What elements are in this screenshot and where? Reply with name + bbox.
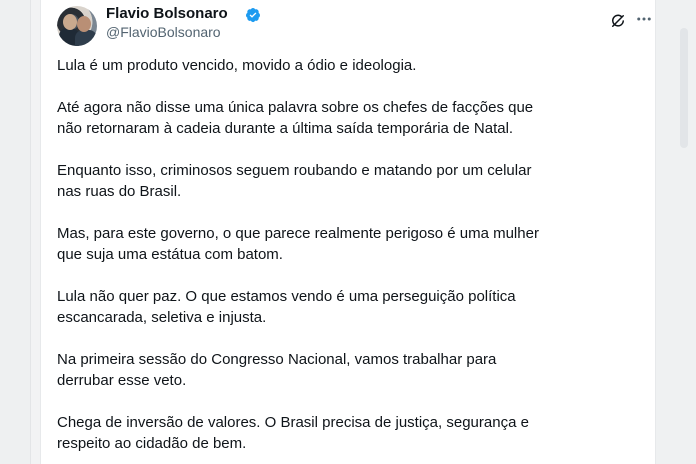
avatar[interactable] <box>57 6 97 46</box>
scrollbar[interactable] <box>680 28 688 148</box>
post-paragraph-3: Enquanto isso, criminosos seguem rouband… <box>57 162 532 200</box>
left-background <box>0 0 31 464</box>
screenshot-frame: Flavio Bolsonaro @FlavioBolsonaro Lula é… <box>0 0 696 464</box>
post-paragraph-6: Na primeira sessão do Congresso Nacional… <box>57 351 497 389</box>
post-paragraph-7: Chega de inversão de valores. O Brasil p… <box>57 414 529 452</box>
verified-badge-icon <box>246 8 260 23</box>
more-options-icon[interactable] <box>635 10 653 28</box>
post-paragraph-1: Lula é um produto vencido, movido a ódio… <box>57 57 417 74</box>
post-text: Lula é um produto vencido, movido a ódio… <box>57 55 641 464</box>
avatar-face-right <box>77 16 91 32</box>
grok-icon[interactable] <box>609 12 627 30</box>
post-paragraph-4: Mas, para este governo, o que parece rea… <box>57 225 539 263</box>
post-header: Flavio Bolsonaro @FlavioBolsonaro <box>57 4 651 46</box>
post-paragraph-2: Até agora não disse uma única palavra so… <box>57 99 534 137</box>
author-handle[interactable]: @FlavioBolsonaro <box>106 24 221 40</box>
avatar-figure-right <box>75 30 97 46</box>
post-paragraph-5: Lula não quer paz. O que estamos vendo é… <box>57 288 516 326</box>
right-background <box>656 0 696 464</box>
author-name[interactable]: Flavio Bolsonaro <box>106 5 228 22</box>
post-card: Flavio Bolsonaro @FlavioBolsonaro Lula é… <box>40 0 656 464</box>
avatar-face-left <box>63 14 77 30</box>
